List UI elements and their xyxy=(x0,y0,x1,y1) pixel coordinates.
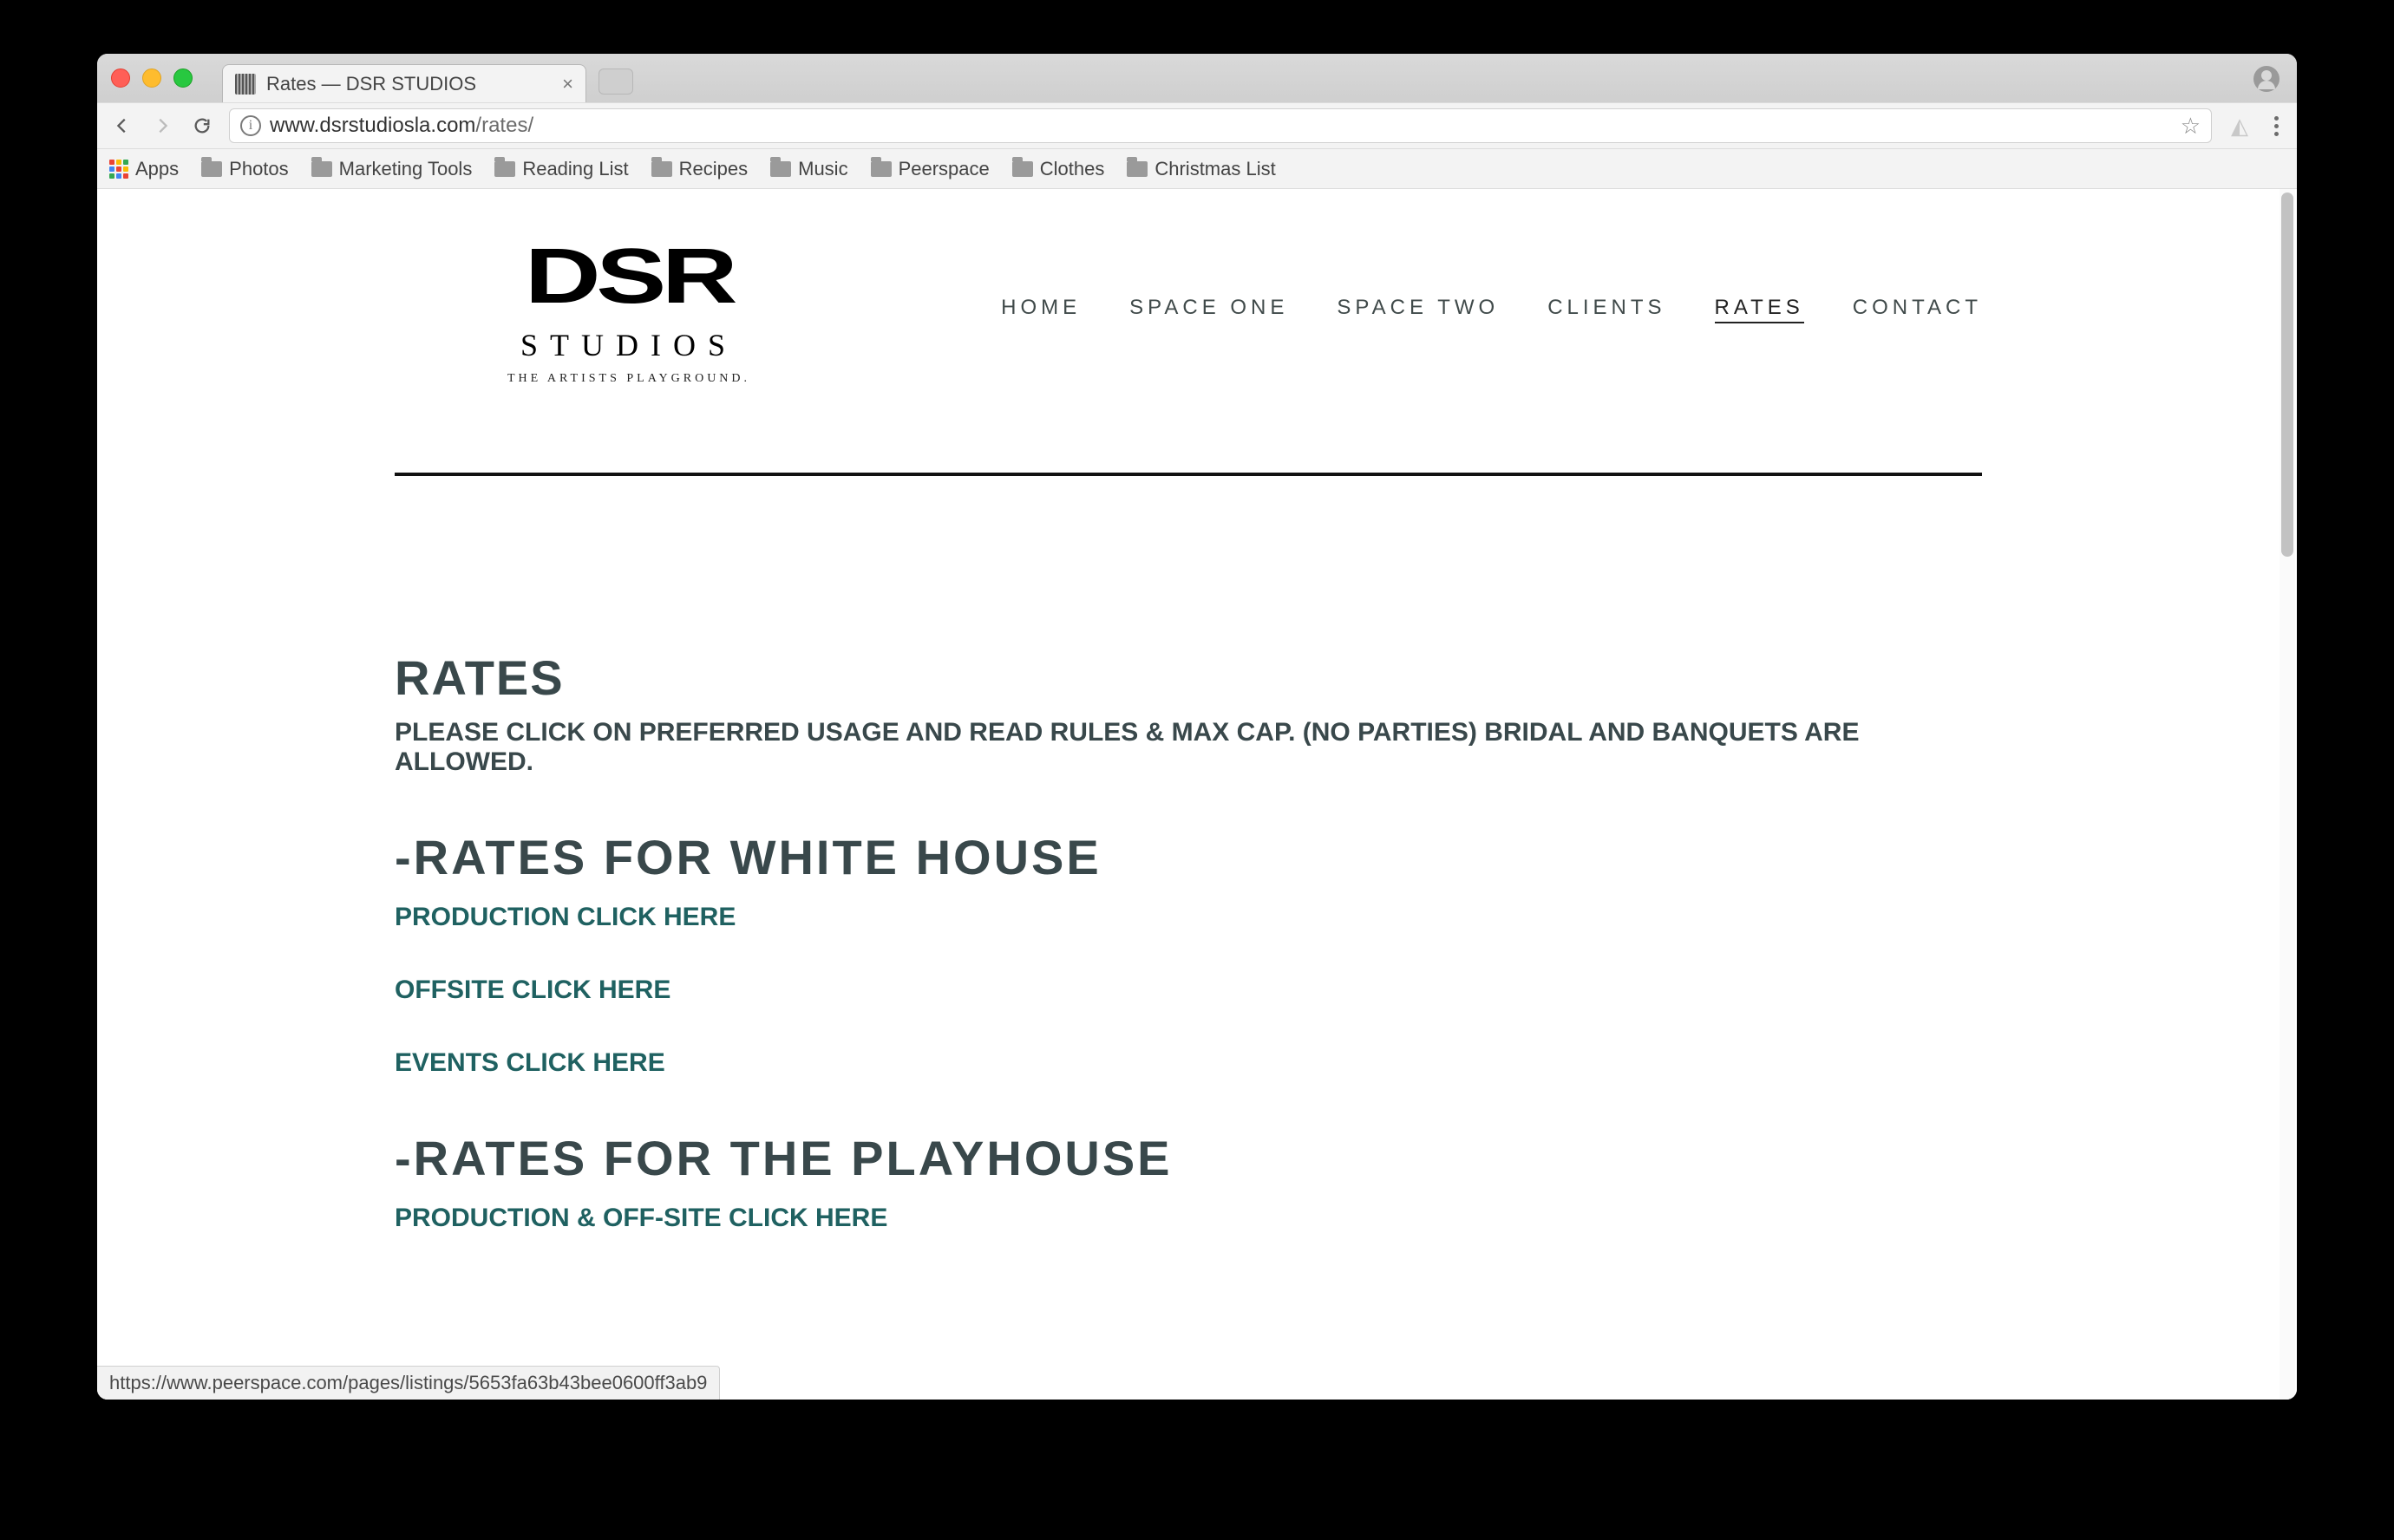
content: RATES PLEASE CLICK ON PREFERRED USAGE AN… xyxy=(395,476,1982,1233)
page-subheading: PLEASE CLICK ON PREFERRED USAGE AND READ… xyxy=(395,718,1982,777)
new-tab-button[interactable] xyxy=(598,69,633,95)
nav-space-one[interactable]: SPACE ONE xyxy=(1129,296,1288,323)
profile-icon[interactable] xyxy=(2253,66,2280,92)
site-nav: HOME SPACE ONE SPACE TWO CLIENTS RATES C… xyxy=(1001,296,1982,323)
bookmark-christmas-list[interactable]: Christmas List xyxy=(1127,158,1275,180)
bookmark-reading-list[interactable]: Reading List xyxy=(494,158,628,180)
nav-home[interactable]: HOME xyxy=(1001,296,1081,323)
folder-icon xyxy=(311,161,332,177)
status-bar: https://www.peerspace.com/pages/listings… xyxy=(97,1366,720,1400)
scrollbar-thumb[interactable] xyxy=(2281,192,2293,557)
link-events-white-house[interactable]: EVENTS CLICK HERE xyxy=(395,1048,1982,1078)
reload-button[interactable] xyxy=(189,113,215,139)
bookmarks-bar: Apps Photos Marketing Tools Reading List… xyxy=(97,149,2297,189)
logo-sub: STUDIOS xyxy=(520,327,737,363)
bookmark-label: Reading List xyxy=(522,158,628,180)
tab-title: Rates — DSR STUDIOS xyxy=(266,73,552,95)
folder-icon xyxy=(871,161,892,177)
forward-button[interactable] xyxy=(149,113,175,139)
link-production-white-house[interactable]: PRODUCTION CLICK HERE xyxy=(395,903,1982,932)
favicon xyxy=(235,74,256,95)
bookmark-recipes[interactable]: Recipes xyxy=(651,158,748,180)
link-offsite-white-house[interactable]: OFFSITE CLICK HERE xyxy=(395,976,1982,1005)
maximize-window-button[interactable] xyxy=(173,69,193,88)
url-path: /rates/ xyxy=(475,114,533,137)
bookmark-label: Clothes xyxy=(1040,158,1105,180)
url-text: www.dsrstudiosla.com/rates/ xyxy=(270,114,533,138)
bookmark-label: Marketing Tools xyxy=(339,158,473,180)
logo-tagline: THE ARTISTS PLAYGROUND. xyxy=(507,372,750,386)
viewport: DSR STUDIOS THE ARTISTS PLAYGROUND. HOME… xyxy=(97,189,2297,1400)
bookmark-marketing-tools[interactable]: Marketing Tools xyxy=(311,158,473,180)
minimize-window-button[interactable] xyxy=(142,69,161,88)
bookmark-label: Recipes xyxy=(679,158,748,180)
nav-contact[interactable]: CONTACT xyxy=(1853,296,1982,323)
back-button[interactable] xyxy=(109,113,135,139)
container: DSR STUDIOS THE ARTISTS PLAYGROUND. HOME… xyxy=(395,189,1982,1233)
close-window-button[interactable] xyxy=(111,69,130,88)
folder-icon xyxy=(494,161,515,177)
nav-rates[interactable]: RATES xyxy=(1715,296,1804,323)
scrollbar-track[interactable] xyxy=(2280,189,2295,1400)
section-heading-playhouse: -RATES FOR THE PLAYHOUSE xyxy=(395,1130,1982,1186)
window-controls xyxy=(106,69,201,88)
nav-clients[interactable]: CLIENTS xyxy=(1547,296,1665,323)
bookmark-label: Peerspace xyxy=(899,158,990,180)
bookmark-label: Photos xyxy=(229,158,289,180)
omnibox[interactable]: i www.dsrstudiosla.com/rates/ ☆ xyxy=(229,108,2212,143)
browser-tab[interactable]: Rates — DSR STUDIOS × xyxy=(222,64,586,102)
bookmark-label: Apps xyxy=(135,158,179,180)
logo-main: DSR xyxy=(525,232,733,322)
nav-space-two[interactable]: SPACE TWO xyxy=(1337,296,1499,323)
folder-icon xyxy=(651,161,672,177)
logo[interactable]: DSR STUDIOS THE ARTISTS PLAYGROUND. xyxy=(395,232,863,386)
site-info-icon[interactable]: i xyxy=(240,115,261,136)
bookmark-label: Christmas List xyxy=(1154,158,1275,180)
address-bar: i www.dsrstudiosla.com/rates/ ☆ ◭ xyxy=(97,102,2297,149)
bookmark-star-icon[interactable]: ☆ xyxy=(2181,113,2201,140)
bookmark-photos[interactable]: Photos xyxy=(201,158,289,180)
tab-strip: Rates — DSR STUDIOS × xyxy=(97,54,2297,102)
folder-icon xyxy=(1127,161,1148,177)
page: DSR STUDIOS THE ARTISTS PLAYGROUND. HOME… xyxy=(97,189,2297,1400)
browser-window: Rates — DSR STUDIOS × i www.dsrstudiosla… xyxy=(97,54,2297,1400)
bookmark-apps[interactable]: Apps xyxy=(109,158,179,180)
folder-icon xyxy=(201,161,222,177)
cloud-icon[interactable]: ◭ xyxy=(2226,113,2253,140)
page-heading: RATES xyxy=(395,649,1982,706)
apps-icon xyxy=(109,160,128,179)
bookmark-clothes[interactable]: Clothes xyxy=(1012,158,1105,180)
close-tab-button[interactable]: × xyxy=(562,73,573,95)
bookmark-music[interactable]: Music xyxy=(770,158,847,180)
folder-icon xyxy=(770,161,791,177)
bookmark-label: Music xyxy=(798,158,847,180)
url-host: www.dsrstudiosla.com xyxy=(270,114,475,137)
link-production-offsite-playhouse[interactable]: PRODUCTION & OFF-SITE CLICK HERE xyxy=(395,1204,1982,1233)
section-heading-white-house: -RATES FOR WHITE HOUSE xyxy=(395,829,1982,885)
browser-menu-button[interactable] xyxy=(2267,116,2285,136)
site-header: DSR STUDIOS THE ARTISTS PLAYGROUND. HOME… xyxy=(395,224,1982,438)
folder-icon xyxy=(1012,161,1033,177)
bookmark-peerspace[interactable]: Peerspace xyxy=(871,158,990,180)
